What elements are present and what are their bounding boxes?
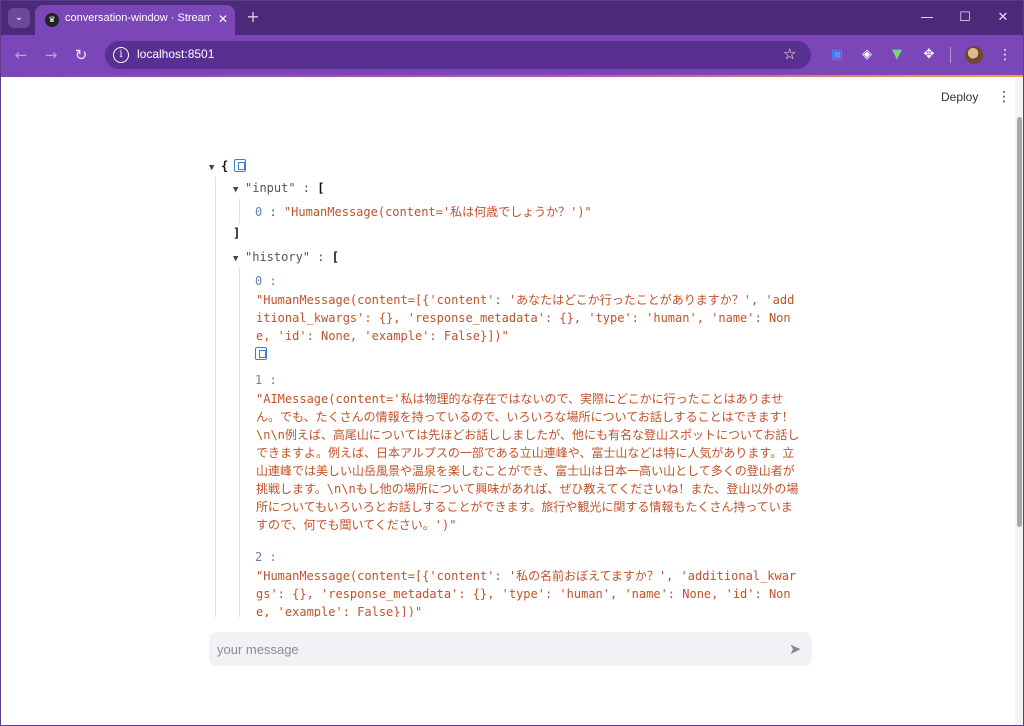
json-index: 2 :: [255, 550, 277, 564]
app-area: Deploy ⋮ ▼{ ▼ "input" : [ 0 : "HumanMessa…: [1, 77, 1023, 725]
json-history-value-2: "HumanMessage(content=[{'content': '私の名前…: [256, 569, 797, 619]
json-history-value-0: "HumanMessage(content=[{'content': 'あなたは…: [256, 293, 795, 343]
json-history-value-1: "AIMessage(content='私は物理的な存在ではないので、実際にどこ…: [256, 392, 800, 532]
tab-active[interactable]: ♛ conversation-window · Streaml ✕: [35, 5, 235, 35]
json-viewer: ▼{ ▼ "input" : [ 0 : "HumanMessage(conten…: [201, 155, 811, 693]
minimize-button[interactable]: —: [913, 7, 941, 29]
collapse-caret-icon[interactable]: ▼: [233, 250, 245, 268]
json-history-copy-0: [255, 345, 267, 363]
url-text[interactable]: localhost:8501: [137, 47, 214, 61]
deploy-button[interactable]: Deploy: [941, 87, 989, 107]
extensions-puzzle-icon[interactable]: ✥: [919, 45, 939, 65]
tab-search-icon[interactable]: ⌄: [8, 8, 30, 28]
indent-guide: [215, 177, 216, 693]
send-icon[interactable]: ➤: [785, 639, 805, 659]
streamlit-crown-icon: ♛: [45, 13, 59, 27]
json-index: 1 :: [255, 373, 277, 387]
json-input-item-0: 0 : "HumanMessage(content='私は何歳でしょうか？')": [255, 205, 592, 219]
copy-icon[interactable]: [255, 347, 267, 360]
chat-message-input[interactable]: [217, 639, 777, 659]
browser-menu-icon[interactable]: ⋮: [996, 45, 1014, 65]
tab-title: conversation-window · Streaml: [65, 12, 211, 24]
maximize-button[interactable]: ☐: [951, 7, 979, 29]
json-input-key-row: ▼ "input" : [: [233, 179, 325, 197]
json-index: 0 :: [255, 274, 277, 288]
app-menu-icon[interactable]: ⋮: [997, 87, 1011, 107]
page-scrollbar[interactable]: [1015, 77, 1023, 725]
collapse-caret-icon[interactable]: ▼: [233, 181, 245, 199]
json-root-row: ▼{: [209, 157, 247, 177]
collapse-caret-icon[interactable]: ▼: [209, 159, 221, 177]
copy-icon[interactable]: [234, 159, 247, 172]
json-string-value: "HumanMessage(content='私は何歳でしょうか？')": [283, 205, 592, 219]
address-bar[interactable]: i localhost:8501 ☆: [105, 41, 811, 69]
ticket-extension-icon[interactable]: ◈: [857, 45, 877, 65]
json-history-index-1: 1 :: [255, 371, 277, 389]
translate-extension-icon[interactable]: ▣: [827, 45, 847, 65]
indent-guide: [239, 199, 240, 223]
json-open-brace: {: [221, 159, 229, 173]
forward-arrow-icon[interactable]: →: [39, 43, 63, 67]
bookmark-star-icon[interactable]: ☆: [783, 45, 796, 63]
site-info-icon[interactable]: i: [113, 47, 129, 63]
chat-input-container[interactable]: ➤: [209, 632, 812, 666]
new-tab-button[interactable]: +: [244, 8, 262, 26]
json-key-history: "history": [245, 250, 311, 264]
tab-strip: ⌄ ♛ conversation-window · Streaml ✕ + — …: [1, 1, 1023, 35]
json-history-key-row: ▼ "history" : [: [233, 248, 339, 266]
browser-toolbar: ← → ↻ i localhost:8501 ☆ ▣ ◈ ▼ ✥ ⋮: [1, 35, 1023, 75]
json-key-input: "input": [245, 181, 296, 195]
profile-avatar[interactable]: [965, 46, 983, 64]
back-arrow-icon[interactable]: ←: [9, 43, 33, 67]
close-window-button[interactable]: ✕: [989, 7, 1017, 29]
scrollbar-thumb[interactable]: [1017, 117, 1022, 527]
json-history-index-2: 2 :: [255, 548, 277, 566]
json-history-index-0: 0 :: [255, 272, 277, 290]
browser-window: ⌄ ♛ conversation-window · Streaml ✕ + — …: [0, 0, 1024, 726]
json-input-close: ]: [233, 226, 241, 240]
tab-close-icon[interactable]: ✕: [215, 11, 231, 27]
vue-devtools-icon[interactable]: ▼: [887, 45, 907, 65]
toolbar-divider: [950, 47, 951, 63]
reload-icon[interactable]: ↻: [69, 43, 93, 67]
